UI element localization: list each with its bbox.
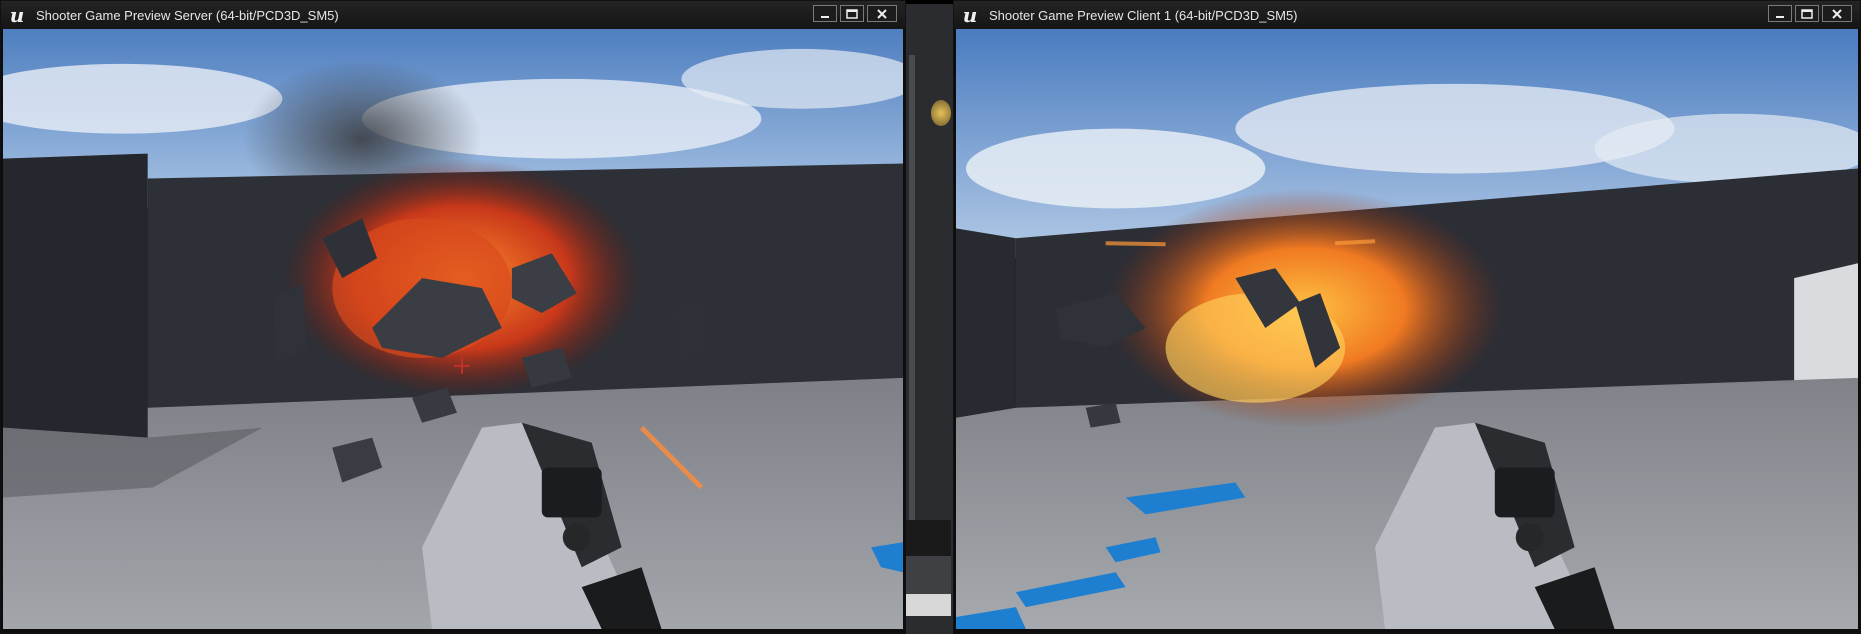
bullet-tracer [1105, 241, 1166, 247]
editor-panel-strip [909, 55, 915, 520]
server-scene [3, 29, 903, 629]
close-icon [877, 8, 887, 19]
server-preview-window[interactable]: u Shooter Game Preview Server (64-bit/PC… [0, 0, 906, 634]
close-icon [1832, 8, 1842, 19]
client-minimize-button[interactable] [1768, 5, 1792, 22]
light-probe-icon [931, 100, 951, 126]
bullet-tracer [1335, 239, 1376, 246]
ue-logo-icon: u [9, 3, 25, 27]
client-titlebar[interactable]: u Shooter Game Preview Client 1 (64-bit/… [954, 1, 1860, 29]
editor-panel-light[interactable] [903, 594, 951, 616]
server-close-button[interactable] [867, 5, 897, 22]
server-titlebar[interactable]: u Shooter Game Preview Server (64-bit/PC… [1, 1, 905, 29]
client-window-controls [1768, 5, 1852, 22]
client-scene [956, 29, 1858, 629]
left-wall [956, 228, 1016, 418]
editor-top-edge [903, 0, 958, 4]
editor-panel-dark[interactable] [903, 520, 951, 556]
client-close-button[interactable] [1822, 5, 1852, 22]
editor-panel-mid[interactable] [903, 556, 951, 594]
maximize-icon [1801, 8, 1813, 19]
ue-logo-icon: u [962, 3, 978, 27]
client-game-viewport[interactable] [956, 29, 1858, 629]
maximize-icon [846, 8, 858, 19]
minimize-icon [821, 15, 829, 18]
client-window-title: Shooter Game Preview Client 1 (64-bit/PC… [989, 7, 1298, 23]
server-window-controls [813, 5, 897, 22]
client-maximize-button[interactable] [1795, 5, 1819, 22]
server-maximize-button[interactable] [840, 5, 864, 22]
editor-background [903, 0, 958, 634]
server-minimize-button[interactable] [813, 5, 837, 22]
minimize-icon [1776, 15, 1784, 18]
left-wall [3, 153, 148, 438]
client-preview-window[interactable]: u Shooter Game Preview Client 1 (64-bit/… [953, 0, 1861, 634]
server-game-viewport[interactable] [3, 29, 903, 629]
server-window-title: Shooter Game Preview Server (64-bit/PCD3… [36, 7, 339, 23]
cloud [965, 128, 1266, 209]
